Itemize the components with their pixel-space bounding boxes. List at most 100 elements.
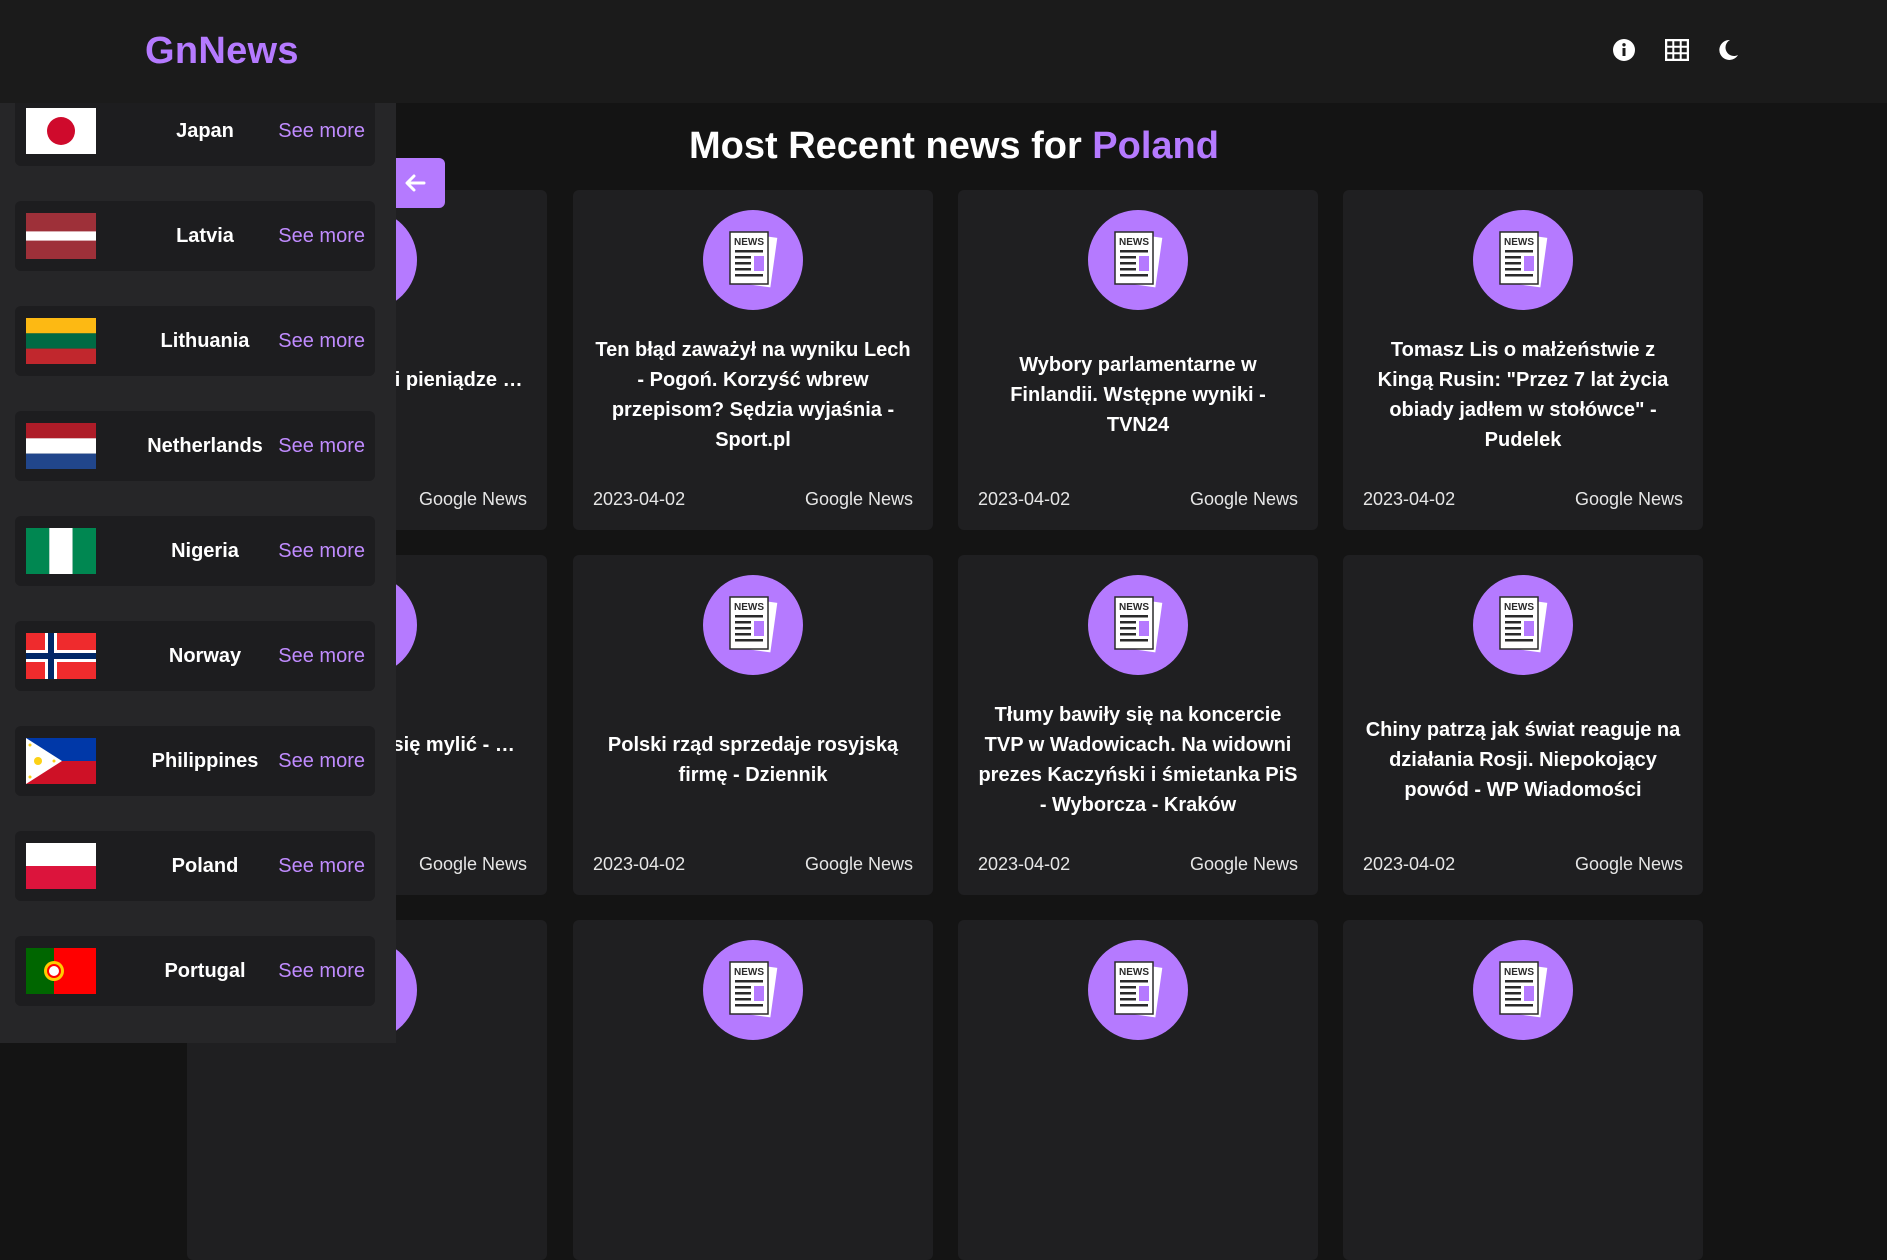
news-badge-label: NEWS xyxy=(1504,602,1534,613)
newspaper-icon: NEWS xyxy=(729,231,778,288)
country-name: Latvia xyxy=(176,225,234,247)
country-name: Lithuania xyxy=(160,330,250,352)
news-card[interactable]: NEWS xyxy=(1343,920,1703,1260)
country-name: Norway xyxy=(168,645,242,667)
news-headline: Tłumy bawiły się na koncercie TVP w Wado… xyxy=(978,704,1298,816)
newspaper-icon: NEWS xyxy=(1114,961,1163,1018)
news-card[interactable]: NEWS Ten błąd zaważył na wyniku Lech - P… xyxy=(573,190,933,530)
poland-flag-icon xyxy=(26,843,96,889)
news-source: Google News xyxy=(804,854,913,874)
news-source: Google News xyxy=(804,489,913,509)
news-source: Google News xyxy=(1574,489,1683,509)
app-logo[interactable]: GnNews xyxy=(145,30,299,73)
news-badge-label: NEWS xyxy=(734,602,764,613)
newspaper-icon: NEWS xyxy=(1114,596,1163,653)
country-sidebar: Japan See more Latvia See more Lithuania… xyxy=(0,103,396,1043)
news-badge-label: NEWS xyxy=(734,237,764,248)
newspaper-icon: NEWS xyxy=(1499,596,1548,653)
news-badge-label: NEWS xyxy=(1504,237,1534,248)
news-icon: NEWS xyxy=(703,575,803,675)
country-name: Nigeria xyxy=(171,540,239,562)
page-title: Most Recent news for Poland xyxy=(394,125,1514,168)
country-item-nigeria[interactable]: Nigeria See more xyxy=(15,516,375,586)
news-date: 2023-04-02 xyxy=(1363,854,1456,874)
country-item-netherlands[interactable]: Netherlands See more xyxy=(15,411,375,481)
news-card[interactable]: NEWS Tomasz Lis o małżeństwie z Kingą Ru… xyxy=(1343,190,1703,530)
country-item-norway[interactable]: Norway See more xyxy=(15,621,375,691)
news-icon: NEWS xyxy=(1088,940,1188,1040)
see-more-link[interactable]: See more xyxy=(278,516,365,586)
country-name: Poland xyxy=(171,855,239,877)
country-item-latvia[interactable]: Latvia See more xyxy=(15,201,375,271)
news-card[interactable]: NEWS xyxy=(573,920,933,1260)
country-name: Japan xyxy=(176,120,234,142)
news-source: Google News xyxy=(1574,854,1683,874)
news-source: Google News xyxy=(1189,854,1298,874)
news-date: 2023-04-02 xyxy=(978,489,1071,509)
news-badge-label: NEWS xyxy=(1504,967,1534,978)
japan-flag-icon xyxy=(26,108,96,154)
news-headline: Wybory parlamentarne w Finlandii. Wstępn… xyxy=(1010,354,1266,436)
country-name: Netherlands xyxy=(147,435,263,457)
news-source: Google News xyxy=(1189,489,1298,509)
norway-flag-icon xyxy=(26,633,96,679)
news-headline: Ten błąd zaważył na wyniku Lech - Pogoń.… xyxy=(595,339,911,451)
nigeria-flag-icon xyxy=(26,528,96,574)
news-badge-label: NEWS xyxy=(1119,602,1149,613)
news-date: 2023-04-02 xyxy=(593,489,686,509)
news-card[interactable]: NEWS Tłumy bawiły się na koncercie TVP w… xyxy=(958,555,1318,895)
newspaper-icon: NEWS xyxy=(729,961,778,1018)
country-item-poland[interactable]: Poland See more xyxy=(15,831,375,901)
country-name: Philippines xyxy=(151,750,259,772)
newspaper-icon: NEWS xyxy=(1499,961,1548,1018)
news-icon: NEWS xyxy=(1473,575,1573,675)
title-prefix: Most Recent news for xyxy=(689,125,1082,167)
portugal-flag-icon xyxy=(26,948,96,994)
news-card[interactable]: NEWS xyxy=(958,920,1318,1260)
news-icon: NEWS xyxy=(1473,940,1573,1040)
country-item-portugal[interactable]: Portugal See more xyxy=(15,936,375,1006)
arrow-left-icon xyxy=(405,174,426,192)
news-icon: NEWS xyxy=(703,210,803,310)
country-item-philippines[interactable]: Philippines See more xyxy=(15,726,375,796)
newspaper-icon: NEWS xyxy=(729,596,778,653)
top-bar: GnNews xyxy=(0,0,1887,103)
news-card[interactable]: NEWS Chiny patrzą jak świat reaguje na d… xyxy=(1343,555,1703,895)
news-icon: NEWS xyxy=(1088,210,1188,310)
see-more-link[interactable]: See more xyxy=(278,621,365,691)
news-headline: Polski rząd sprzedaje rosyjską firmę - D… xyxy=(607,734,899,786)
news-headline: Chiny patrzą jak świat reaguje na działa… xyxy=(1365,719,1681,801)
see-more-link[interactable]: See more xyxy=(278,201,365,271)
newspaper-icon: NEWS xyxy=(1499,231,1548,288)
news-date: 2023-04-02 xyxy=(1363,489,1456,509)
see-more-link[interactable]: See more xyxy=(278,411,365,481)
see-more-link[interactable]: See more xyxy=(278,936,365,1006)
lithuania-flag-icon xyxy=(26,318,96,364)
news-card[interactable]: NEWS Polski rząd sprzedaje rosyjską firm… xyxy=(573,555,933,895)
news-badge-label: NEWS xyxy=(1119,967,1149,978)
see-more-link[interactable]: See more xyxy=(278,306,365,376)
country-item-lithuania[interactable]: Lithuania See more xyxy=(15,306,375,376)
news-card[interactable]: NEWS Wybory parlamentarne w Finlandii. W… xyxy=(958,190,1318,530)
news-date: 2023-04-02 xyxy=(978,854,1071,874)
news-date: 2023-04-02 xyxy=(593,854,686,874)
newspaper-icon: NEWS xyxy=(1114,231,1163,288)
grid-icon[interactable] xyxy=(1665,38,1689,62)
title-country: Poland xyxy=(1092,125,1219,167)
info-icon[interactable] xyxy=(1612,38,1636,62)
news-icon: NEWS xyxy=(703,940,803,1040)
news-source: Google News xyxy=(418,489,527,509)
moon-icon[interactable] xyxy=(1716,38,1740,62)
see-more-link[interactable]: See more xyxy=(278,726,365,796)
country-name: Portugal xyxy=(164,960,246,982)
news-badge-label: NEWS xyxy=(734,967,764,978)
see-more-link[interactable]: See more xyxy=(278,103,365,166)
news-headline: Tomasz Lis o małżeństwie z Kingą Rusin: … xyxy=(1377,339,1669,451)
see-more-link[interactable]: See more xyxy=(278,831,365,901)
news-icon: NEWS xyxy=(1088,575,1188,675)
philippines-flag-icon xyxy=(26,738,96,784)
news-icon: NEWS xyxy=(1473,210,1573,310)
country-item-japan[interactable]: Japan See more xyxy=(15,103,375,166)
news-source: Google News xyxy=(418,854,527,874)
news-badge-label: NEWS xyxy=(1119,237,1149,248)
